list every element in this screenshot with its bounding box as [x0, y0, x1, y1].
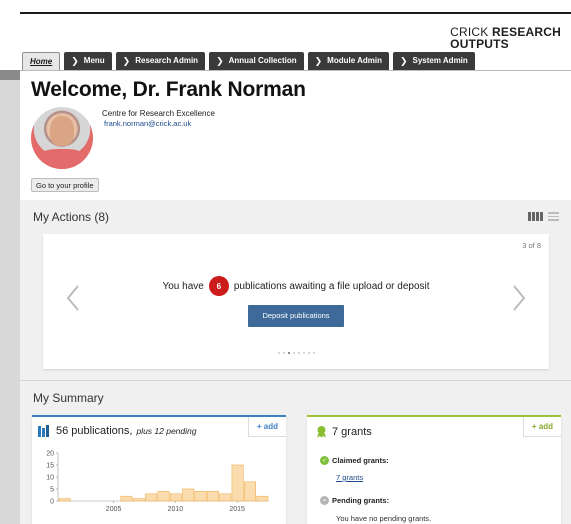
carousel-counter: 3 of 8	[522, 241, 541, 250]
grants-heading: 7 grants	[315, 425, 372, 438]
check-icon: ✓	[320, 456, 329, 465]
carousel-dot-active[interactable]	[287, 352, 290, 354]
chart-bar-2008[interactable]	[145, 493, 158, 502]
publications-chart: 201510502005 2010 2015	[46, 451, 269, 513]
publications-card: 56 publications, plus 12 pending + add 2…	[32, 415, 286, 524]
section-divider	[20, 380, 571, 381]
action-count-badge: 6	[208, 276, 229, 296]
main-content: Welcome, Dr. Frank Norman Centre for Res…	[20, 70, 571, 524]
chart-y-tick-label: 15	[46, 463, 54, 470]
chart-bar-2012[interactable]	[194, 491, 207, 502]
chart-y-tick-label: 20	[46, 451, 54, 458]
pending-icon: •	[320, 496, 329, 505]
profile-header: Welcome, Dr. Frank Norman Centre for Res…	[20, 70, 571, 200]
carousel-dot[interactable]	[312, 352, 315, 354]
left-gutter	[0, 70, 20, 524]
nav-tab-annual-collection[interactable]: ❯ Annual Collection	[209, 52, 304, 70]
add-publication-button[interactable]: + add	[247, 417, 286, 437]
chevron-right-icon: ❯	[314, 56, 323, 66]
list-view-icon[interactable]	[548, 212, 559, 221]
chart-bar-2014[interactable]	[219, 493, 232, 502]
actions-carousel: 3 of 8 You have 6 publications awaiting …	[43, 234, 549, 369]
pending-grants-label: • Pending grants:	[320, 496, 389, 505]
chart-x-tick-label: 2015	[229, 506, 245, 513]
chart-bar-2007[interactable]	[132, 498, 145, 502]
brand-logo[interactable]: CRICK RESEARCH OUTPUTS	[450, 26, 561, 50]
page-title: Welcome, Dr. Frank Norman	[31, 78, 306, 101]
chart-bar-2017[interactable]	[256, 495, 269, 502]
view-toggle	[528, 212, 559, 221]
action-message: You have 6 publications awaiting a file …	[43, 276, 549, 296]
nav-tab-system-admin[interactable]: ❯ System Admin	[392, 52, 475, 70]
pending-grants-text: You have no pending grants.	[336, 514, 432, 523]
nav-tab-menu[interactable]: ❯ Menu	[64, 52, 112, 70]
chart-bar-2010[interactable]	[169, 493, 182, 502]
nav-tab-research-admin[interactable]: ❯ Research Admin	[115, 52, 206, 70]
chevron-right-icon: ❯	[71, 56, 79, 66]
my-actions-heading: My Actions (8)	[33, 210, 110, 224]
chart-bar-2006[interactable]	[120, 495, 133, 502]
top-rule	[20, 12, 571, 14]
carousel-dots	[43, 352, 549, 354]
chart-bar-2011[interactable]	[182, 488, 195, 502]
books-icon	[38, 425, 52, 437]
main-nav: Home ❯ Menu ❯ Research Admin ❯ Annual Colle…	[22, 52, 475, 70]
award-icon	[317, 426, 326, 438]
nav-tab-home[interactable]: Home	[22, 52, 61, 70]
chevron-right-icon: ❯	[216, 56, 224, 66]
nav-tab-module-admin[interactable]: ❯ Module Admin	[307, 52, 389, 70]
chart-x-tick-label: 2010	[168, 506, 184, 513]
carousel-dot[interactable]	[292, 352, 295, 354]
chart-x-tick-label: 2005	[106, 506, 122, 513]
chart-bar-2009[interactable]	[157, 491, 170, 502]
go-to-profile-button[interactable]: Go to your profile	[31, 178, 99, 192]
chart-y-tick-label: 0	[50, 499, 54, 506]
publications-heading: 56 publications, plus 12 pending	[38, 425, 196, 437]
grid-view-icon[interactable]	[528, 212, 543, 221]
chart-bar-2001[interactable]	[58, 498, 71, 502]
deposit-publications-button[interactable]: Deposit publications	[248, 305, 344, 327]
carousel-dot[interactable]	[297, 352, 300, 354]
carousel-dot[interactable]	[307, 352, 310, 354]
claimed-grants-label: ✓ Claimed grants:	[320, 456, 389, 465]
claimed-grants-link[interactable]: 7 grants	[336, 473, 363, 482]
left-gutter-accent	[0, 70, 20, 80]
grants-card: 7 grants + add ✓ Claimed grants: 7 grant…	[307, 415, 561, 524]
chevron-right-icon: ❯	[122, 56, 131, 66]
chart-bar-2013[interactable]	[206, 491, 219, 502]
chart-y-tick-label: 5	[50, 487, 54, 494]
institution-name: Centre for Research Excellence	[102, 109, 215, 118]
my-summary-heading: My Summary	[33, 391, 104, 405]
carousel-dot[interactable]	[302, 352, 305, 354]
chart-bar-2015[interactable]	[231, 464, 244, 502]
avatar	[31, 107, 93, 169]
carousel-dot[interactable]	[277, 352, 280, 354]
chart-y-tick-label: 10	[46, 475, 54, 482]
add-grant-button[interactable]: + add	[522, 417, 561, 437]
chevron-right-icon: ❯	[399, 56, 408, 66]
email-link[interactable]: frank.norman@crick.ac.uk	[104, 119, 191, 128]
chart-bar-2016[interactable]	[243, 481, 256, 502]
carousel-dot[interactable]	[282, 352, 285, 354]
